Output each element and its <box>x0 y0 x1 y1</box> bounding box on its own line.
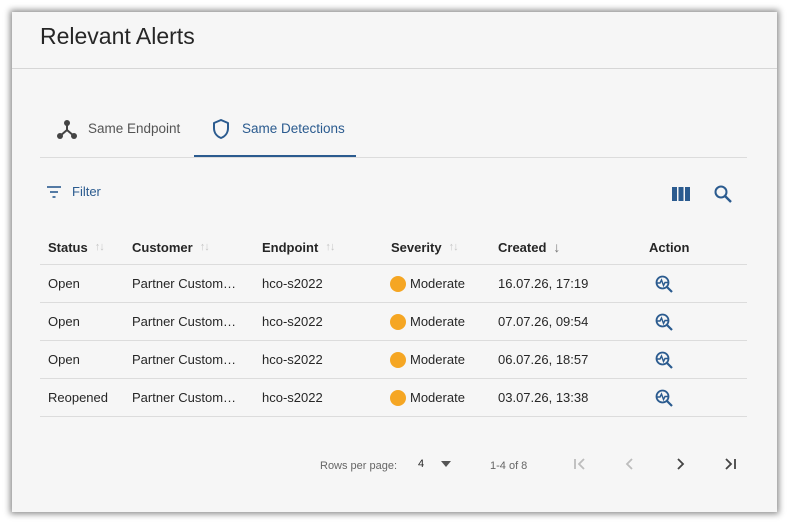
filter-button[interactable]: Filter <box>46 184 101 199</box>
severity-cell: Moderate <box>390 341 465 378</box>
sort-icon: ↑↓ <box>448 241 459 253</box>
severity-cell: Moderate <box>390 265 465 302</box>
table-row[interactable]: Open Partner Custom… hco-s2022 Moderate … <box>40 265 747 303</box>
table-header: Status ↑↓ Customer ↑↓ Endpoint ↑↓ Severity ↑… <box>40 230 747 265</box>
rows-per-page-select[interactable]: 4 <box>418 458 452 470</box>
table-row[interactable]: Reopened Partner Custom… hco-s2022 Moder… <box>40 379 747 417</box>
next-page-icon[interactable] <box>672 456 688 475</box>
customer-cell: Partner Custom… <box>132 390 237 405</box>
tab-label: Same Detections <box>242 121 345 136</box>
endpoint-cell: hco-s2022 <box>262 390 323 405</box>
table-row[interactable]: Open Partner Custom… hco-s2022 Moderate … <box>40 303 747 341</box>
status-cell: Open <box>48 276 80 291</box>
severity-dot-icon <box>390 275 406 292</box>
investigate-icon[interactable] <box>654 303 674 340</box>
column-header-severity[interactable]: Severity ↑↓ <box>391 230 459 264</box>
previous-page-icon[interactable] <box>622 456 638 475</box>
sort-icon: ↑↓ <box>199 241 210 253</box>
panel-header: Relevant Alerts <box>12 12 777 69</box>
column-header-action: Action <box>649 239 690 255</box>
customer-cell: Partner Custom… <box>132 276 237 291</box>
column-header-customer[interactable]: Customer ↑↓ <box>132 230 210 264</box>
column-header-created[interactable]: Created ↓ <box>498 230 560 264</box>
sort-icon: ↑↓ <box>94 241 105 253</box>
customer-cell: Partner Custom… <box>132 352 237 367</box>
column-header-endpoint[interactable]: Endpoint ↑↓ <box>262 230 335 264</box>
page-title: Relevant Alerts <box>40 23 195 49</box>
tab-same-endpoint[interactable]: Same Endpoint <box>56 100 180 157</box>
tab-label: Same Endpoint <box>88 121 181 136</box>
customer-cell: Partner Custom… <box>132 314 237 329</box>
pagination: Rows per page: 4 1-4 of 8 <box>12 452 777 482</box>
shield-icon <box>210 118 232 140</box>
created-cell: 16.07.26, 17:19 <box>498 276 589 291</box>
first-page-icon[interactable] <box>572 456 588 475</box>
severity-cell: Moderate <box>390 379 465 416</box>
severity-dot-icon <box>390 389 406 406</box>
created-cell: 06.07.26, 18:57 <box>498 352 589 367</box>
created-cell: 07.07.26, 09:54 <box>498 314 589 329</box>
columns-icon[interactable] <box>671 186 691 207</box>
endpoint-cell: hco-s2022 <box>262 276 323 291</box>
hub-icon <box>56 118 78 140</box>
severity-dot-icon <box>390 351 406 368</box>
tab-bar: Same Endpoint Same Detections <box>40 100 747 158</box>
created-cell: 03.07.26, 13:38 <box>498 390 589 405</box>
sort-desc-icon: ↓ <box>553 239 561 255</box>
status-cell: Open <box>48 314 80 329</box>
sort-icon: ↑↓ <box>325 241 335 253</box>
rows-per-page-label: Rows per page: <box>320 460 398 472</box>
column-header-status[interactable]: Status ↑↓ <box>48 230 105 264</box>
endpoint-cell: hco-s2022 <box>262 352 323 367</box>
severity-dot-icon <box>390 313 406 330</box>
page-range: 1-4 of 8 <box>490 460 528 472</box>
filter-icon <box>47 185 61 198</box>
relevant-alerts-panel: Relevant Alerts Same Endpoint Same Detec… <box>12 12 777 512</box>
active-tab-indicator <box>194 155 356 157</box>
status-cell: Reopened <box>48 390 108 405</box>
tab-same-detections[interactable]: Same Detections <box>210 100 345 157</box>
filter-label: Filter <box>72 184 101 199</box>
last-page-icon[interactable] <box>722 456 738 475</box>
investigate-icon[interactable] <box>654 265 674 302</box>
rows-per-page-value: 4 <box>418 458 425 470</box>
severity-cell: Moderate <box>390 303 465 340</box>
endpoint-cell: hco-s2022 <box>262 314 323 329</box>
investigate-icon[interactable] <box>654 379 674 416</box>
investigate-icon[interactable] <box>654 341 674 378</box>
status-cell: Open <box>48 352 80 367</box>
caret-down-icon <box>441 461 452 467</box>
table-row[interactable]: Open Partner Custom… hco-s2022 Moderate … <box>40 341 747 379</box>
search-icon[interactable] <box>713 184 733 209</box>
alerts-table: Status ↑↓ Customer ↑↓ Endpoint ↑↓ Severity ↑… <box>40 230 747 417</box>
